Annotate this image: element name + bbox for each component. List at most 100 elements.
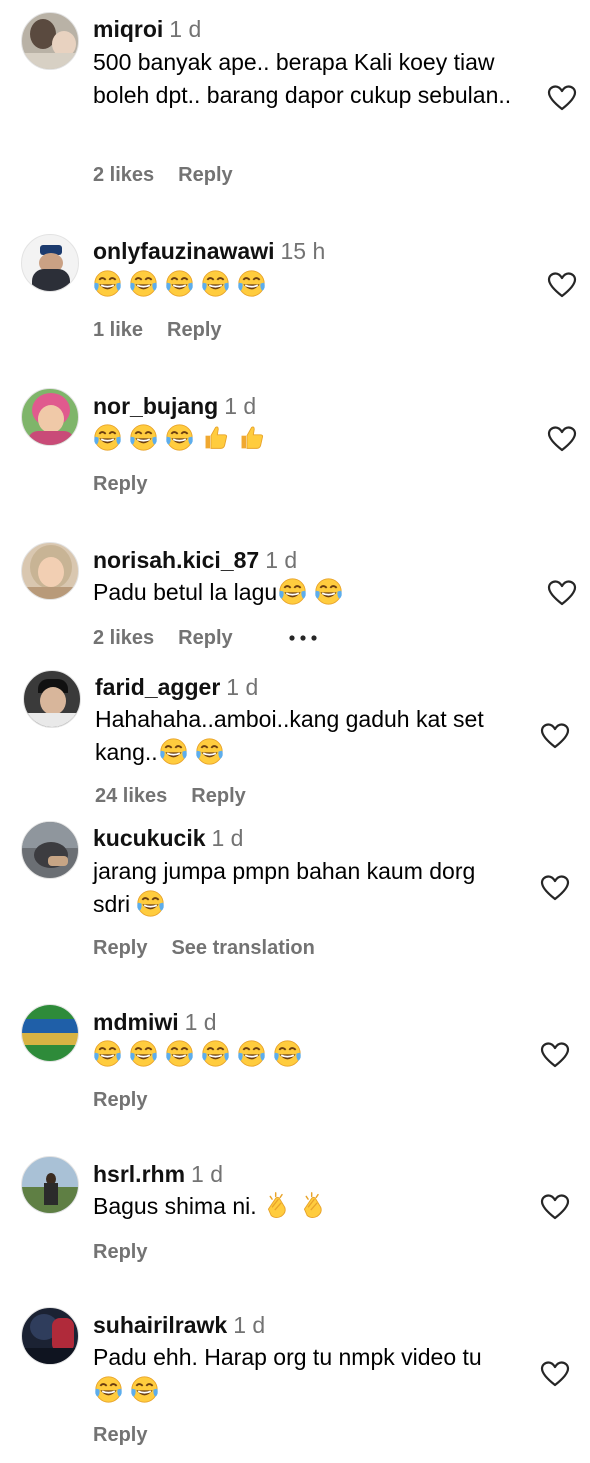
comment-time: 1 d bbox=[211, 825, 244, 851]
face-with-tears-of-joy-icon bbox=[165, 423, 194, 452]
comment-text-body: Padu betul la lagu bbox=[93, 579, 278, 605]
avatar[interactable] bbox=[21, 1156, 79, 1214]
comment-text-body: Padu ehh. Harap org tu nmpk video tu bbox=[93, 1344, 482, 1370]
comment-time: 1 d bbox=[169, 16, 202, 42]
username[interactable]: nor_bujang bbox=[93, 393, 218, 419]
comment-actions: Reply bbox=[93, 1239, 171, 1265]
reply-button[interactable]: Reply bbox=[93, 1089, 147, 1111]
username[interactable]: mdmiwi bbox=[93, 1009, 179, 1035]
face-with-tears-of-joy-icon bbox=[165, 269, 194, 298]
like-heart-icon[interactable] bbox=[547, 271, 577, 299]
comment-time: 1 d bbox=[224, 393, 257, 419]
face-with-tears-of-joy-icon bbox=[130, 1375, 159, 1404]
comment-text: Bagus shima ni. bbox=[93, 1190, 533, 1223]
reply-button[interactable]: Reply bbox=[191, 785, 245, 807]
likes-count[interactable]: 2 likes bbox=[93, 627, 154, 649]
comment-time: 1 d bbox=[191, 1161, 224, 1187]
like-heart-icon[interactable] bbox=[540, 1193, 570, 1221]
comment-actions: Reply bbox=[93, 1422, 171, 1448]
face-with-tears-of-joy-icon bbox=[314, 577, 343, 606]
reply-button[interactable]: Reply bbox=[93, 937, 147, 959]
comment-actions: 2 likes Reply bbox=[93, 625, 257, 651]
reply-button[interactable]: Reply bbox=[93, 1241, 147, 1263]
comment-actions: Reply See translation bbox=[93, 935, 339, 961]
face-with-tears-of-joy-icon bbox=[159, 737, 188, 766]
comment-time: 1 d bbox=[226, 674, 259, 700]
likes-count[interactable]: 24 likes bbox=[95, 785, 167, 807]
avatar[interactable] bbox=[21, 1004, 79, 1062]
avatar[interactable] bbox=[21, 234, 79, 292]
face-with-tears-of-joy-icon bbox=[237, 1039, 266, 1068]
face-with-tears-of-joy-icon bbox=[129, 423, 158, 452]
username[interactable]: farid_agger bbox=[95, 674, 220, 700]
comment-time: 1 d bbox=[265, 547, 298, 573]
like-heart-icon[interactable] bbox=[547, 84, 577, 112]
like-heart-icon[interactable] bbox=[540, 1360, 570, 1388]
like-heart-icon[interactable] bbox=[540, 722, 570, 750]
comment-text bbox=[93, 422, 533, 455]
comment-actions: 24 likes Reply bbox=[95, 783, 270, 809]
username[interactable]: miqroi bbox=[93, 16, 163, 42]
avatar[interactable] bbox=[21, 1307, 79, 1365]
reply-button[interactable]: Reply bbox=[178, 627, 232, 649]
avatar[interactable] bbox=[21, 821, 79, 879]
comment-time: 1 d bbox=[233, 1312, 266, 1338]
face-with-tears-of-joy-icon bbox=[94, 1375, 123, 1404]
likes-count[interactable]: 1 like bbox=[93, 319, 143, 341]
comment-text-body: Bagus shima ni. bbox=[93, 1193, 257, 1219]
face-with-tears-of-joy-icon bbox=[93, 269, 122, 298]
face-with-tears-of-joy-icon bbox=[273, 1039, 302, 1068]
face-with-tears-of-joy-icon bbox=[195, 737, 224, 766]
comment-text: Padu ehh. Harap org tu nmpk video tu bbox=[93, 1341, 513, 1407]
comment-time: 15 h bbox=[280, 238, 326, 264]
username[interactable]: onlyfauzinawawi bbox=[93, 238, 274, 264]
comment-header: nor_bujang 1 d bbox=[93, 391, 256, 421]
reply-button[interactable]: Reply bbox=[167, 319, 221, 341]
reply-button[interactable]: Reply bbox=[93, 473, 147, 495]
comment-actions: Reply bbox=[93, 1087, 171, 1113]
face-with-tears-of-joy-icon bbox=[93, 1039, 122, 1068]
comment-text-body: Hahahaha..amboi..kang gaduh kat set kang… bbox=[95, 706, 484, 765]
avatar[interactable] bbox=[21, 388, 79, 446]
username[interactable]: suhairilrawk bbox=[93, 1312, 227, 1338]
thumbs-up-icon bbox=[237, 423, 266, 452]
more-options-icon[interactable] bbox=[288, 634, 318, 642]
face-with-tears-of-joy-icon bbox=[237, 269, 266, 298]
avatar[interactable] bbox=[21, 12, 79, 70]
clapping-hands-icon bbox=[263, 1191, 292, 1220]
reply-button[interactable]: Reply bbox=[178, 164, 232, 186]
face-with-tears-of-joy-icon bbox=[278, 577, 307, 606]
comment-text bbox=[93, 1038, 533, 1071]
username[interactable]: norisah.kici_87 bbox=[93, 547, 259, 573]
comment-header: norisah.kici_87 1 d bbox=[93, 545, 297, 575]
face-with-tears-of-joy-icon bbox=[129, 269, 158, 298]
see-translation-link[interactable]: See translation bbox=[171, 937, 314, 959]
comment-header: suhairilrawk 1 d bbox=[93, 1310, 265, 1340]
username[interactable]: hsrl.rhm bbox=[93, 1161, 185, 1187]
comment-actions: Reply bbox=[93, 471, 171, 497]
avatar[interactable] bbox=[23, 670, 81, 728]
likes-count[interactable]: 2 likes bbox=[93, 164, 154, 186]
comment-text bbox=[93, 268, 533, 301]
face-with-tears-of-joy-icon bbox=[129, 1039, 158, 1068]
like-heart-icon[interactable] bbox=[547, 579, 577, 607]
username[interactable]: kucukucik bbox=[93, 825, 206, 851]
comment-time: 1 d bbox=[184, 1009, 217, 1035]
clapping-hands-icon bbox=[299, 1191, 328, 1220]
comment-text: Padu betul la lagu bbox=[93, 576, 533, 609]
like-heart-icon[interactable] bbox=[540, 1041, 570, 1069]
comment-text: jarang jumpa pmpn bahan kaum dorg sdri bbox=[93, 855, 493, 921]
face-with-tears-of-joy-icon bbox=[165, 1039, 194, 1068]
comment-header: hsrl.rhm 1 d bbox=[93, 1159, 223, 1189]
avatar[interactable] bbox=[21, 542, 79, 600]
comment-actions: 1 like Reply bbox=[93, 317, 246, 343]
reply-button[interactable]: Reply bbox=[93, 1424, 147, 1446]
like-heart-icon[interactable] bbox=[547, 425, 577, 453]
like-heart-icon[interactable] bbox=[540, 874, 570, 902]
face-with-tears-of-joy-icon bbox=[136, 889, 165, 918]
comment-header: miqroi 1 d bbox=[93, 14, 201, 44]
comment-text: Hahahaha..amboi..kang gaduh kat set kang… bbox=[95, 703, 535, 769]
face-with-tears-of-joy-icon bbox=[201, 269, 230, 298]
comment-header: onlyfauzinawawi 15 h bbox=[93, 236, 325, 266]
thumbs-up-icon bbox=[201, 423, 230, 452]
